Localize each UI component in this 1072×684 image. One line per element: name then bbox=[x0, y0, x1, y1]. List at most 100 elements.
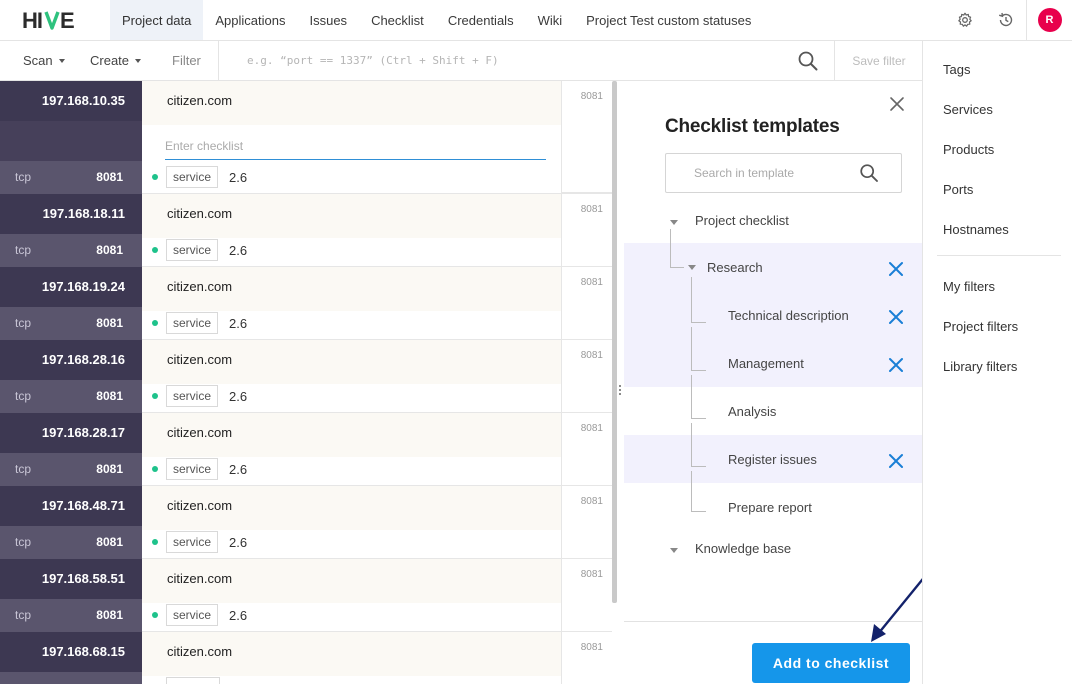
hive-logo[interactable]: HI E bbox=[22, 7, 80, 33]
port-cell[interactable]: tcp 8081 bbox=[0, 161, 142, 194]
create-dropdown[interactable]: Create bbox=[90, 41, 142, 80]
service-row: service 2.6 bbox=[142, 453, 561, 486]
list-item[interactable]: 197.168.48.71 tcp 8081 citizen.com 8081 … bbox=[0, 486, 612, 559]
port-cell[interactable] bbox=[0, 672, 142, 684]
remove-icon[interactable] bbox=[888, 453, 904, 469]
sidebar-item-library-filters[interactable]: Library filters bbox=[943, 359, 1017, 374]
sidebar-item-my-filters[interactable]: My filters bbox=[943, 279, 995, 294]
chevron-down-icon bbox=[135, 58, 142, 63]
tab-checklist[interactable]: Checklist bbox=[359, 0, 436, 40]
tree-item-analysis[interactable]: Analysis bbox=[728, 404, 776, 419]
list-item[interactable]: 197.168.68.15 citizen.com 8081 bbox=[0, 632, 612, 684]
tab-issues[interactable]: Issues bbox=[297, 0, 359, 40]
sidebar-item-tags[interactable]: Tags bbox=[943, 62, 970, 77]
tab-applications[interactable]: Applications bbox=[203, 0, 297, 40]
service-tag[interactable]: service bbox=[166, 312, 219, 334]
ip-address[interactable]: 197.168.58.51 bbox=[0, 559, 142, 599]
service-tag[interactable]: service bbox=[166, 166, 219, 188]
ip-address[interactable]: 197.168.48.71 bbox=[0, 486, 142, 526]
caret-down-icon[interactable] bbox=[670, 220, 678, 225]
list-item[interactable]: 197.168.18.11 tcp 8081 citizen.com 8081 … bbox=[0, 194, 612, 267]
tree-item-knowledge-base[interactable]: Knowledge base bbox=[695, 541, 791, 556]
filter-input[interactable] bbox=[218, 41, 834, 80]
hostname[interactable]: citizen.com bbox=[142, 413, 561, 457]
remove-icon[interactable] bbox=[888, 261, 904, 277]
port-cell[interactable]: tcp 8081 bbox=[0, 234, 142, 267]
remove-icon[interactable] bbox=[888, 309, 904, 325]
port-cell[interactable]: tcp 8081 bbox=[0, 599, 142, 632]
add-to-checklist-button[interactable]: Add to checklist bbox=[752, 643, 910, 683]
checklist-input[interactable] bbox=[165, 133, 546, 160]
tree-item-research[interactable]: Research bbox=[707, 260, 763, 275]
ip-address[interactable]: 197.168.28.16 bbox=[0, 340, 142, 380]
hostname[interactable]: citizen.com bbox=[142, 486, 561, 530]
search-icon[interactable] bbox=[859, 163, 879, 183]
ip-address[interactable]: 197.168.28.17 bbox=[0, 413, 142, 453]
hostname[interactable]: citizen.com bbox=[142, 81, 561, 125]
remove-icon[interactable] bbox=[888, 357, 904, 373]
sidebar-item-products[interactable]: Products bbox=[943, 142, 994, 157]
protocol: tcp bbox=[15, 535, 32, 549]
hostname[interactable]: citizen.com bbox=[142, 194, 561, 238]
scan-dropdown[interactable]: Scan bbox=[23, 41, 65, 80]
panel-resize-handle[interactable] bbox=[619, 385, 622, 399]
caret-down-icon[interactable] bbox=[670, 548, 678, 553]
port-cell[interactable]: tcp 8081 bbox=[0, 380, 142, 413]
status-dot bbox=[152, 393, 158, 399]
port-cell[interactable]: tcp 8081 bbox=[0, 307, 142, 340]
hostname[interactable]: citizen.com bbox=[142, 267, 561, 311]
protocol: tcp bbox=[15, 170, 32, 184]
service-tag[interactable]: service bbox=[166, 239, 219, 261]
tree-connector bbox=[670, 267, 684, 268]
tab-credentials[interactable]: Credentials bbox=[436, 0, 526, 40]
sidebar-item-project-filters[interactable]: Project filters bbox=[943, 319, 1018, 334]
tree-item-prepare-report[interactable]: Prepare report bbox=[728, 500, 812, 515]
hostname[interactable]: citizen.com bbox=[142, 340, 561, 384]
scan-label: Scan bbox=[23, 53, 53, 68]
list-item[interactable]: 197.168.19.24 tcp 8081 citizen.com 8081 … bbox=[0, 267, 612, 340]
service-tag[interactable]: service bbox=[166, 385, 219, 407]
user-menu[interactable]: R bbox=[1026, 0, 1072, 40]
hostname[interactable]: citizen.com bbox=[142, 559, 561, 603]
sidebar-item-ports[interactable]: Ports bbox=[943, 182, 973, 197]
version: 2.6 bbox=[229, 608, 248, 623]
caret-down-icon[interactable] bbox=[688, 265, 696, 270]
tree-item-register-issues[interactable]: Register issues bbox=[728, 452, 817, 467]
port-cell[interactable]: tcp 8081 bbox=[0, 453, 142, 486]
service-tag[interactable]: service bbox=[166, 458, 219, 480]
service-row: service 2.6 bbox=[142, 526, 561, 559]
tree-item-project-checklist[interactable]: Project checklist bbox=[695, 213, 789, 228]
service-tag[interactable] bbox=[166, 677, 220, 684]
port-cell[interactable]: tcp 8081 bbox=[0, 526, 142, 559]
history-icon[interactable] bbox=[985, 0, 1026, 40]
side-port: 8081 bbox=[580, 350, 603, 361]
version: 2.6 bbox=[229, 170, 248, 185]
search-icon[interactable] bbox=[797, 50, 819, 72]
list-item[interactable]: 197.168.58.51 tcp 8081 citizen.com 8081 … bbox=[0, 559, 612, 632]
list-item[interactable]: 197.168.28.17 tcp 8081 citizen.com 8081 … bbox=[0, 413, 612, 486]
tab-project-test-custom-statuses[interactable]: Project Test custom statuses bbox=[574, 0, 763, 40]
hostname[interactable]: citizen.com bbox=[142, 632, 561, 676]
tab-project-data[interactable]: Project data bbox=[110, 0, 204, 40]
list-scrollbar[interactable] bbox=[612, 81, 617, 603]
list-item[interactable]: 197.168.28.16 tcp 8081 citizen.com 8081 … bbox=[0, 340, 612, 413]
service-tag[interactable]: service bbox=[166, 604, 219, 626]
side-column: 8081 bbox=[561, 194, 612, 267]
service-tag[interactable]: service bbox=[166, 531, 219, 553]
sidebar-item-hostnames[interactable]: Hostnames bbox=[943, 222, 1009, 237]
save-filter-button[interactable]: Save filter bbox=[834, 41, 923, 80]
port-number: 8081 bbox=[96, 462, 123, 476]
gear-icon[interactable] bbox=[944, 0, 985, 40]
ip-address[interactable]: 197.168.18.11 bbox=[0, 194, 142, 234]
tree-item-technical-description[interactable]: Technical description bbox=[728, 308, 849, 323]
tab-wiki[interactable]: Wiki bbox=[526, 0, 575, 40]
ip-address[interactable]: 197.168.10.35 bbox=[0, 81, 142, 121]
close-icon[interactable] bbox=[889, 96, 905, 112]
data-toolbar: Scan Create Filter Save filter bbox=[0, 41, 923, 81]
ip-address[interactable]: 197.168.19.24 bbox=[0, 267, 142, 307]
avatar[interactable]: R bbox=[1037, 8, 1062, 32]
tree-connector bbox=[691, 375, 692, 418]
sidebar-item-services[interactable]: Services bbox=[943, 102, 993, 117]
tree-item-management[interactable]: Management bbox=[728, 356, 804, 371]
ip-address[interactable]: 197.168.68.15 bbox=[0, 632, 142, 672]
